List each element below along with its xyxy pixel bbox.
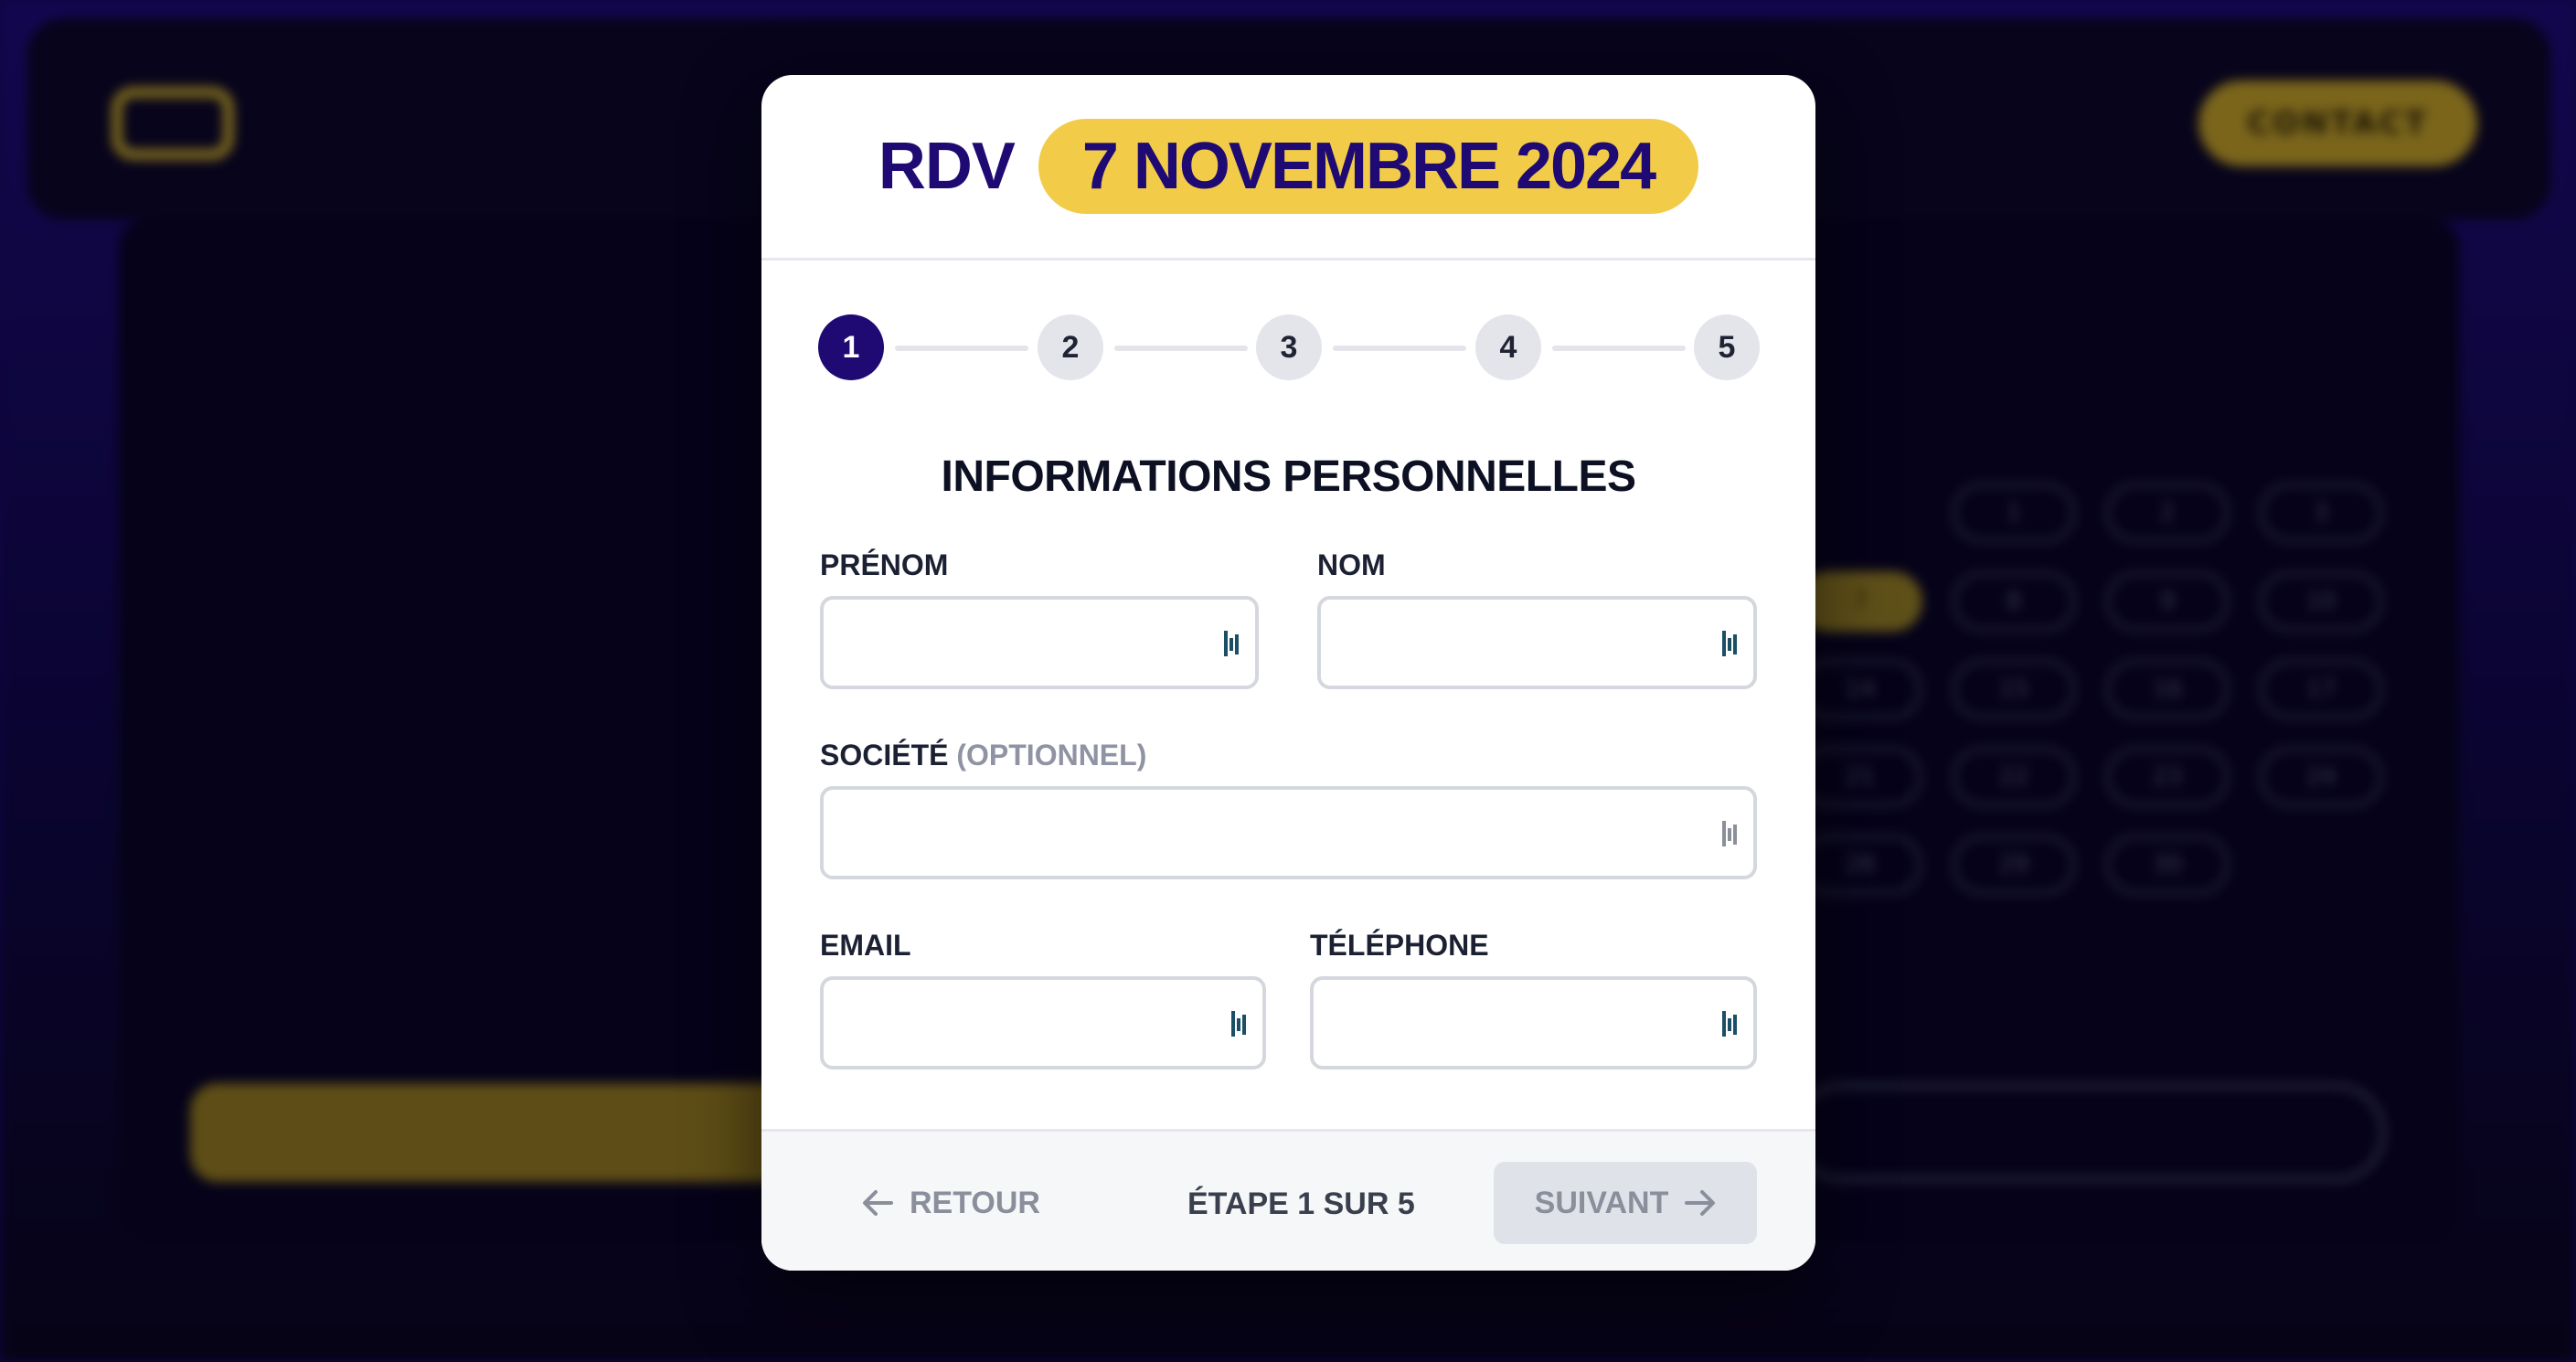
modal-footer: RETOUR ÉTAPE 1 SUR 5 SUIVANT: [761, 1129, 1815, 1271]
autofill-icon[interactable]: [1720, 819, 1742, 848]
step-connector: [1114, 346, 1248, 351]
step-counter: ÉTAPE 1 SUR 5: [1187, 1186, 1415, 1221]
back-button-label: RETOUR: [910, 1185, 1040, 1220]
autofill-icon[interactable]: [1222, 629, 1244, 658]
autofill-icon[interactable]: [1229, 1009, 1251, 1038]
step-indicator-3: 3: [1256, 314, 1322, 380]
last-name-input[interactable]: [1317, 596, 1757, 689]
arrow-right-icon: [1685, 1190, 1716, 1216]
phone-label: TÉLÉPHONE: [1310, 929, 1489, 962]
arrow-left-icon: [863, 1190, 893, 1216]
email-input[interactable]: [820, 976, 1266, 1069]
next-button[interactable]: SUIVANT: [1494, 1162, 1757, 1244]
appointment-modal: RDV 7 NOVEMBRE 2024 1 2 3 4 5 INFORMATIO…: [761, 75, 1815, 1271]
email-label: EMAIL: [820, 929, 911, 962]
progress-stepper: 1 2 3 4 5: [818, 314, 1760, 380]
phone-input[interactable]: [1310, 976, 1757, 1069]
header-prefix: RDV: [878, 130, 1016, 203]
company-label: SOCIÉTÉ (OPTIONNEL): [820, 739, 1146, 772]
step-indicator-1: 1: [818, 314, 884, 380]
first-name-label: PRÉNOM: [820, 548, 949, 581]
back-button[interactable]: RETOUR: [862, 1177, 1040, 1229]
header-date-badge: 7 NOVEMBRE 2024: [1038, 119, 1699, 214]
next-button-label: SUIVANT: [1534, 1185, 1669, 1220]
step-connector: [1552, 346, 1686, 351]
step-indicator-5: 5: [1694, 314, 1760, 380]
company-input[interactable]: [820, 786, 1757, 879]
optional-hint: (OPTIONNEL): [956, 739, 1147, 771]
autofill-icon[interactable]: [1720, 1009, 1742, 1038]
first-name-input[interactable]: [820, 596, 1259, 689]
modal-header: RDV 7 NOVEMBRE 2024: [761, 75, 1815, 261]
step-indicator-4: 4: [1475, 314, 1541, 380]
last-name-label: NOM: [1317, 548, 1386, 581]
section-title: INFORMATIONS PERSONNELLES: [941, 452, 1636, 501]
step-indicator-2: 2: [1038, 314, 1103, 380]
step-connector: [895, 346, 1028, 351]
step-connector: [1333, 346, 1466, 351]
company-label-text: SOCIÉTÉ: [820, 739, 949, 771]
autofill-icon[interactable]: [1720, 629, 1742, 658]
